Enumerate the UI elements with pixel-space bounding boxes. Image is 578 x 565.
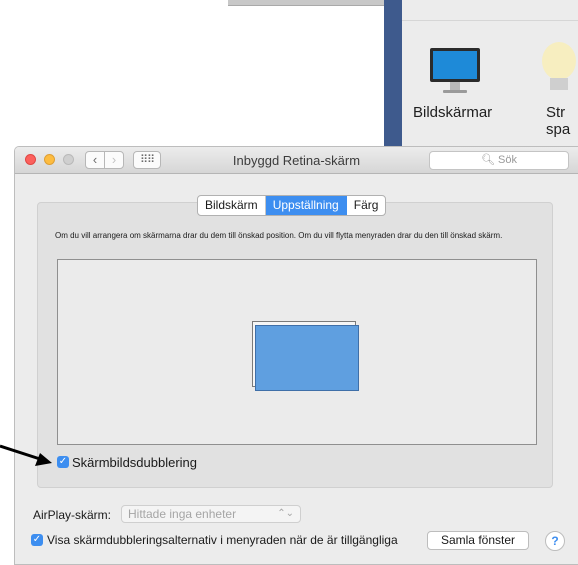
display-icon-base — [443, 90, 467, 93]
airplay-selected-value: Hittade inga enheter — [128, 507, 237, 521]
search-placeholder: Sök — [498, 154, 517, 166]
mirroring-label[interactable]: Skärmbildsdubblering — [72, 455, 197, 470]
lightbulb-socket — [550, 78, 568, 90]
popup-arrows-icon: ⌃⌄ — [277, 508, 294, 519]
show-in-menubar-checkbox[interactable]: ✓ — [31, 534, 43, 546]
lightbulb-icon[interactable] — [542, 42, 578, 94]
tab-arrangement[interactable]: Uppställning — [265, 196, 347, 215]
tab-display[interactable]: Bildskärm — [198, 196, 266, 215]
title-bar: ‹ › ⠿⠿ Inbyggd Retina-skärm 🔍︎ Sök — [15, 147, 578, 174]
display-icon-stand — [450, 82, 460, 90]
airplay-select[interactable]: Hittade inga enheter ⌃⌄ — [121, 505, 301, 523]
tab-bar: Bildskärm Uppställning Färg — [197, 195, 387, 216]
show-in-menubar-label[interactable]: Visa skärmdubbleringsalternativ i menyra… — [47, 533, 398, 547]
display-preferences-window: ‹ › ⠿⠿ Inbyggd Retina-skärm 🔍︎ Sök Bilds… — [14, 146, 578, 565]
display-thumbnail[interactable] — [255, 325, 359, 391]
search-icon: 🔍︎ — [481, 154, 495, 166]
lightbulb-glass — [542, 42, 576, 80]
arrangement-instructions: Om du vill arrangera om skärmarna drar d… — [55, 231, 503, 240]
search-field[interactable]: 🔍︎ Sök — [429, 151, 569, 170]
display-icon-screen — [430, 48, 480, 82]
airplay-label: AirPlay-skärm: — [33, 508, 112, 522]
background-sidebar-edge — [384, 0, 402, 150]
pref-item-energy-label-line1[interactable]: Str — [546, 104, 565, 121]
help-button[interactable]: ? — [545, 531, 565, 551]
gather-windows-button[interactable]: Samla fönster — [427, 531, 529, 550]
tab-color[interactable]: Färg — [347, 196, 386, 215]
pref-item-displays-label[interactable]: Bildskärmar — [413, 104, 492, 121]
annotation-arrow-icon — [0, 444, 52, 466]
pref-item-energy-label-line2[interactable]: spa — [546, 121, 570, 138]
background-divider — [402, 20, 578, 21]
display-icon[interactable] — [430, 48, 480, 94]
